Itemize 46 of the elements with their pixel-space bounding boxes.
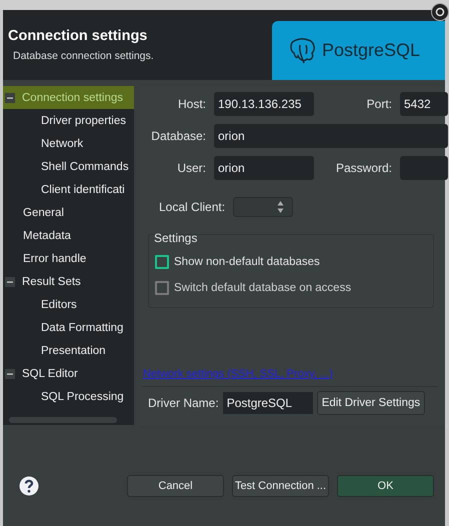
dialog-button[interactable]: Cancel bbox=[127, 474, 224, 496]
tree-item[interactable]: Network bbox=[41, 138, 84, 150]
port-field[interactable]: 5432 bbox=[400, 92, 448, 116]
tree-item[interactable]: Shell Commands bbox=[41, 160, 129, 172]
dialog-subtitle: Database connection settings. bbox=[12, 50, 154, 62]
tree-item[interactable]: Presentation bbox=[41, 344, 106, 356]
tree-item[interactable]: Client identificati bbox=[41, 184, 125, 196]
checkbox-label: Show non-default databases bbox=[174, 256, 320, 268]
tree-item[interactable]: SQL Editor bbox=[22, 368, 78, 380]
spinner-arrows-icon bbox=[277, 200, 284, 214]
collapse-icon[interactable] bbox=[5, 368, 15, 378]
tree-item[interactable]: Data Formatting bbox=[41, 322, 124, 334]
collapse-icon[interactable] bbox=[5, 276, 15, 286]
dialog-button[interactable]: Test Connection ... bbox=[232, 474, 329, 496]
field-label: Host: bbox=[176, 97, 206, 111]
field-label: Driver Name: bbox=[148, 396, 219, 410]
tree-item[interactable]: Result Sets bbox=[22, 276, 81, 288]
logo-text: PostgreSQL bbox=[322, 40, 420, 61]
host-field[interactable]: 190.13.136.235 bbox=[214, 92, 314, 116]
collapse-icon[interactable] bbox=[5, 92, 15, 102]
help-icon[interactable] bbox=[19, 476, 39, 496]
scroll-bar[interactable] bbox=[9, 417, 117, 423]
driver-name-field[interactable]: PostgreSQL bbox=[222, 392, 313, 414]
field-label: Port: bbox=[366, 97, 392, 111]
database-field[interactable]: orion bbox=[214, 124, 448, 148]
tree-item[interactable]: Driver properties bbox=[41, 114, 126, 126]
field-label: Local Client: bbox=[159, 200, 226, 214]
dialog-button[interactable]: OK bbox=[337, 474, 434, 496]
dialog-title: Connection settings bbox=[8, 28, 148, 44]
group-title: Settings bbox=[154, 231, 198, 245]
local-client-dropdown[interactable] bbox=[233, 197, 294, 217]
field-label: User: bbox=[176, 161, 206, 175]
field-label: Database: bbox=[150, 129, 206, 143]
field-label: Password: bbox=[334, 161, 392, 175]
checkbox[interactable] bbox=[155, 255, 169, 269]
ring-icon bbox=[434, 6, 446, 18]
tree-item[interactable]: Error handle bbox=[23, 252, 86, 264]
checkbox[interactable] bbox=[155, 281, 169, 295]
checkbox-label: Switch default database on access bbox=[174, 282, 352, 294]
user-field[interactable]: orion bbox=[214, 156, 314, 180]
edit-driver-settings-button[interactable]: Edit Driver Settings bbox=[316, 391, 426, 415]
tree-item[interactable]: Editors bbox=[41, 298, 77, 310]
tree-item[interactable]: Metadata bbox=[23, 230, 71, 242]
password-field[interactable] bbox=[400, 156, 448, 180]
tree-item[interactable]: General bbox=[23, 206, 64, 218]
tree-item[interactable]: SQL Processing bbox=[41, 390, 124, 402]
